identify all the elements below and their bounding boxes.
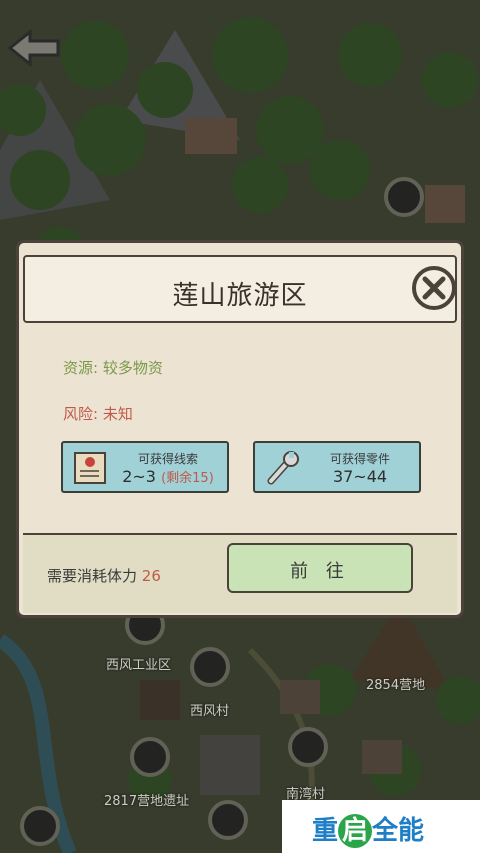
go-button[interactable]: 前 往 (227, 543, 413, 593)
risk-text: 风险: 未知 (63, 405, 133, 423)
stamina-cost-label: 需要消耗体力 (47, 567, 138, 585)
clues-remaining: (剩余15) (161, 471, 214, 486)
resource-text: 资源: 较多物资 (63, 359, 163, 377)
dialog-title: 莲山旅游区 (172, 281, 308, 311)
dialog-footer: 需要消耗体力 26 前 往 (23, 533, 457, 613)
go-button-label: 前 往 (290, 561, 350, 582)
parts-label: 可获得零件 (329, 452, 390, 466)
dialog-title-bar: 莲山旅游区 (23, 255, 457, 323)
close-icon[interactable] (411, 265, 457, 311)
stamina-cost-value: 26 (141, 567, 161, 585)
watermark-logo: 重启全能 (312, 814, 425, 848)
clues-label: 可获得线索 (137, 452, 198, 466)
map-label-xifeng-industrial: 西风工业区 (106, 658, 172, 673)
map-label-xifeng-village: 西风村 (190, 704, 230, 719)
scroll-clue-icon (74, 452, 106, 484)
parts-card: 可获得零件 37~44 (253, 441, 421, 493)
parts-value: 37~44 (332, 467, 388, 486)
stamina-cost: 需要消耗体力 26 (47, 565, 161, 586)
map-label-camp-2817: 2817营地遗址 (104, 794, 190, 809)
location-dialog: 莲山旅游区 资源: 较多物资 风险: 未知 可获得线索 2~3 (剩余15) 可… (16, 240, 464, 618)
clues-value-row: 2~3 (剩余15) (113, 467, 223, 486)
clues-value: 2~3 (122, 467, 156, 486)
back-arrow-icon[interactable] (6, 28, 62, 68)
wrench-icon (267, 451, 299, 485)
watermark: 重启全能 (282, 800, 480, 853)
clues-card: 可获得线索 2~3 (剩余15) (61, 441, 229, 493)
map-label-camp-2854: 2854营地 (366, 678, 426, 693)
